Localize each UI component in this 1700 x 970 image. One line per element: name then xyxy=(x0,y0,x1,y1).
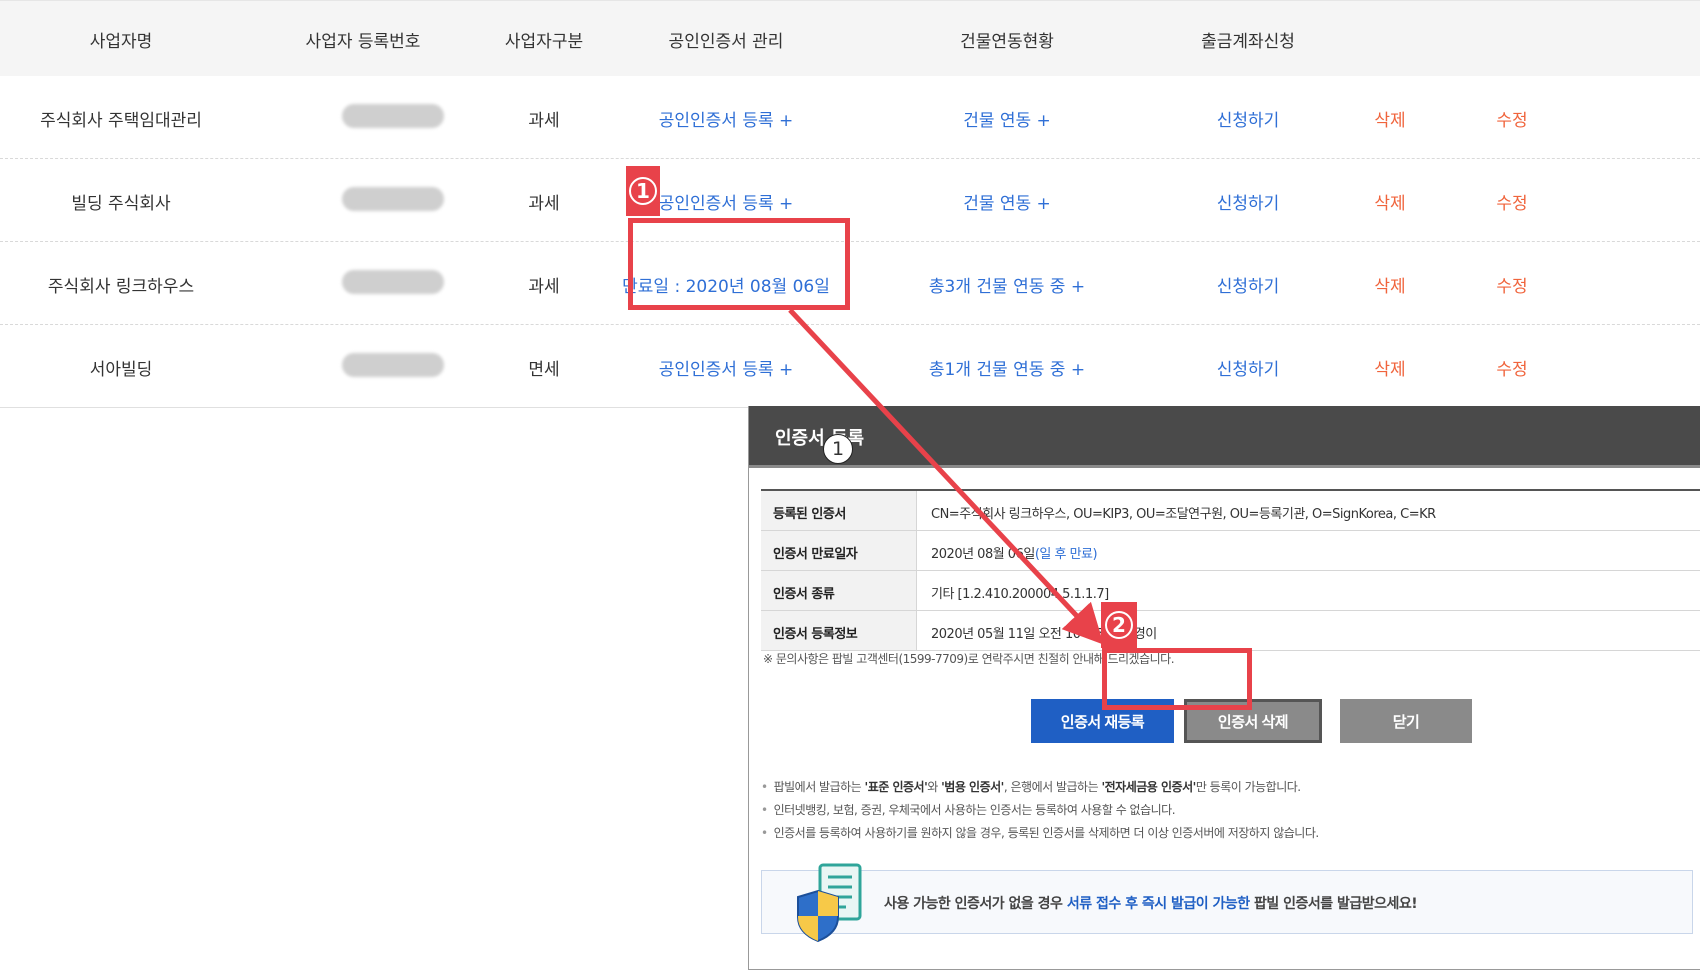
cert-info-row: 인증서 만료일자 2020년 08월 06일(일 후 만료) xyxy=(761,531,1700,571)
delete-link[interactable]: 삭제 xyxy=(1374,106,1405,131)
redacted-registration-number xyxy=(342,270,444,294)
modal-header: 인증서 등록 xyxy=(749,406,1700,465)
edit-link[interactable]: 수정 xyxy=(1496,272,1527,297)
list-item: 인터넷뱅킹, 보험, 증권, 우체국에서 사용하는 인증서는 등록하여 사용할 … xyxy=(761,801,1319,824)
header-business-type: 사업자구분 xyxy=(504,32,584,52)
header-business-name: 사업자명 xyxy=(89,32,153,52)
business-name: 빌딩 주식회사 xyxy=(71,194,171,214)
step-1-number: 1 xyxy=(629,177,657,205)
edit-link[interactable]: 수정 xyxy=(1496,355,1527,380)
delete-link[interactable]: 삭제 xyxy=(1374,272,1405,297)
guide-text: 만 등록이 가능합니다. xyxy=(1195,780,1301,794)
cert-info-label: 인증서 만료일자 xyxy=(761,531,917,570)
header-registration-number: 사업자 등록번호 xyxy=(305,32,421,52)
cert-expiry-highlight-box xyxy=(628,218,850,310)
shield-document-icon xyxy=(797,863,862,943)
redacted-registration-number xyxy=(342,104,444,128)
business-type: 과세 xyxy=(528,194,560,214)
account-request-link[interactable]: 신청하기 xyxy=(1217,106,1280,131)
delete-link[interactable]: 삭제 xyxy=(1374,189,1405,214)
business-name: 서아빌딩 xyxy=(89,360,153,380)
account-request-link[interactable]: 신청하기 xyxy=(1217,355,1280,380)
step-2-badge: 2 xyxy=(1101,602,1137,648)
cert-info-label: 인증서 종류 xyxy=(761,571,917,610)
edit-link[interactable]: 수정 xyxy=(1496,189,1527,214)
cert-info-row: 등록된 인증서 CN=주식회사 링크하우스, OU=KIP3, OU=조달연구원… xyxy=(761,491,1700,531)
header-cert-management: 공인인증서 관리 xyxy=(668,32,784,52)
cert-register-link[interactable]: 공인인증서 등록 + xyxy=(659,189,794,214)
cert-info-value: CN=주식회사 링크하우스, OU=KIP3, OU=조달연구원, OU=등록기… xyxy=(931,507,1436,522)
business-name: 주식회사 링크하우스 xyxy=(47,277,195,297)
guide-emphasis: '전자세금용 인증서' xyxy=(1101,780,1196,794)
business-type: 면세 xyxy=(528,360,560,380)
promo-highlight: 서류 접수 후 즉시 발급이 가능한 xyxy=(1066,896,1250,912)
redacted-registration-number xyxy=(342,187,444,211)
list-item: 팝빌에서 발급하는 '표준 인증서'와 '범용 인증서', 은행에서 발급하는 … xyxy=(761,778,1319,801)
cert-info-label: 인증서 등록정보 xyxy=(761,611,917,650)
table-row: 서아빌딩 면세 공인인증서 등록 + 총1개 건물 연동 중 + 신청하기 삭제… xyxy=(0,325,1700,408)
close-button[interactable]: 닫기 xyxy=(1340,699,1472,743)
guide-emphasis: '범용 인증서' xyxy=(941,780,1004,794)
step-2-number: 2 xyxy=(1105,611,1133,639)
delete-button-highlight-box xyxy=(1102,648,1252,710)
guide-text: 팝빌에서 발급하는 xyxy=(773,780,865,794)
delete-link[interactable]: 삭제 xyxy=(1374,355,1405,380)
list-item: 인증서를 등록하여 사용하기를 원하지 않을 경우, 등록된 인증서를 삭제하면… xyxy=(761,824,1320,847)
table-row: 주식회사 주택임대관리 과세 공인인증서 등록 + 건물 연동 + 신청하기 삭… xyxy=(0,76,1700,159)
cert-info-row: 인증서 등록정보 2020년 05월 11일 오전 10시 59분 / 경이 xyxy=(761,611,1700,651)
account-request-link[interactable]: 신청하기 xyxy=(1217,272,1280,297)
guide-text: , 은행에서 발급하는 xyxy=(1003,780,1102,794)
edit-link[interactable]: 수정 xyxy=(1496,106,1527,131)
promo-text-part: 사용 가능한 인증서가 없을 경우 xyxy=(884,896,1067,912)
step-1-marker: 1 xyxy=(823,434,853,464)
business-type: 과세 xyxy=(528,111,560,131)
table-header: 사업자명 사업자 등록번호 사업자구분 공인인증서 관리 건물연동현황 출금계좌… xyxy=(0,0,1700,77)
cert-issue-promo-banner[interactable]: 사용 가능한 인증서가 없을 경우 서류 접수 후 즉시 발급이 가능한 팝빌 … xyxy=(761,863,1693,943)
cert-register-link[interactable]: 공인인증서 등록 + xyxy=(659,106,794,131)
account-request-link[interactable]: 신청하기 xyxy=(1217,189,1280,214)
building-link[interactable]: 총3개 건물 연동 중 + xyxy=(929,272,1085,297)
header-building-link: 건물연동현황 xyxy=(960,32,1054,52)
table-row: 빌딩 주식회사 과세 공인인증서 등록 + 건물 연동 + 신청하기 삭제 수정 xyxy=(0,159,1700,242)
header-account-request: 출금계좌신청 xyxy=(1201,32,1295,52)
promo-text-part: 팝빌 인증서를 발급받으세요! xyxy=(1249,896,1418,912)
guide-emphasis: '표준 인증서' xyxy=(864,780,928,794)
cert-info-value: 2020년 08월 06일(일 후 만료) xyxy=(931,543,1098,562)
cert-expiry-date: 2020년 08월 06일 xyxy=(931,547,1035,562)
building-link[interactable]: 건물 연동 + xyxy=(963,106,1051,131)
building-link[interactable]: 건물 연동 + xyxy=(963,189,1051,214)
cert-info-label: 등록된 인증서 xyxy=(761,491,917,530)
building-link[interactable]: 총1개 건물 연동 중 + xyxy=(929,355,1085,380)
cert-expiry-remaining: (일 후 만료) xyxy=(1034,547,1098,562)
promo-text: 사용 가능한 인증서가 없을 경우 서류 접수 후 즉시 발급이 가능한 팝빌 … xyxy=(884,893,1418,913)
redacted-registration-number xyxy=(342,353,444,377)
guide-text: 와 xyxy=(927,780,942,794)
business-type: 과세 xyxy=(528,277,560,297)
cert-register-link[interactable]: 공인인증서 등록 + xyxy=(659,355,794,380)
cert-guide-list: 팝빌에서 발급하는 '표준 인증서'와 '범용 인증서', 은행에서 발급하는 … xyxy=(761,778,1320,847)
business-name: 주식회사 주택임대관리 xyxy=(40,111,202,131)
cert-info-table: 등록된 인증서 CN=주식회사 링크하우스, OU=KIP3, OU=조달연구원… xyxy=(761,489,1700,651)
step-1-badge: 1 xyxy=(626,166,660,216)
table-row: 주식회사 링크하우스 과세 만료일 : 2020년 08월 06일 총3개 건물… xyxy=(0,242,1700,325)
modal-header-divider xyxy=(749,465,1700,468)
cert-info-value: 기타 [1.2.410.200004.5.1.1.7] xyxy=(931,587,1109,602)
cert-info-row: 인증서 종류 기타 [1.2.410.200004.5.1.1.7] xyxy=(761,571,1700,611)
